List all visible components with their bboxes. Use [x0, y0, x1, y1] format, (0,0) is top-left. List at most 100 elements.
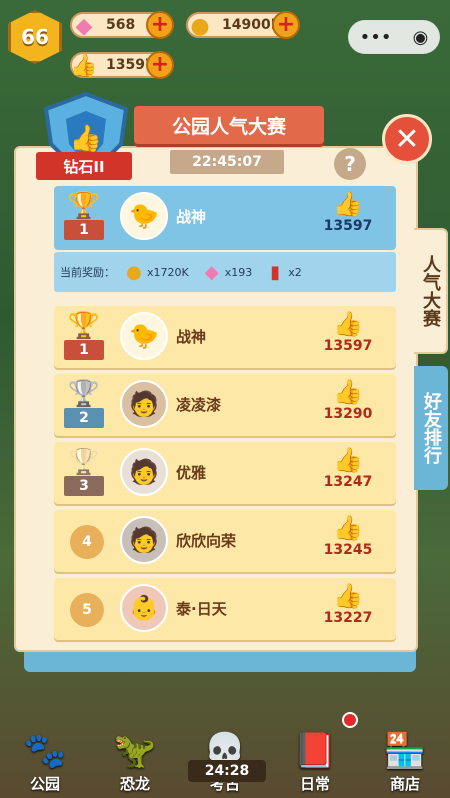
thumbs-up-icon: 👍 — [333, 582, 363, 610]
ranking-row-5[interactable]: 5 👶 泰·日天 👍 13227 — [54, 578, 396, 640]
nav-dinosaur[interactable]: 🦖 恐龙 — [95, 729, 175, 794]
gold-trophy-icon: 🏆 — [67, 311, 101, 341]
rank-number: 4 — [70, 525, 104, 559]
mini-program-capsule: ••• ◉ — [348, 20, 440, 54]
rank-number: 1 — [64, 220, 104, 240]
rank-trophy: 🏆 2 — [64, 380, 104, 428]
nav-dino-label: 恐龙 — [119, 775, 150, 793]
rank-trophy: 🏆 1 — [64, 312, 104, 360]
nav-shop-label: 商店 — [389, 775, 420, 793]
likes-value: 13245 — [323, 542, 373, 558]
reward-amount: x193 — [224, 265, 253, 279]
tab-friend-ranking[interactable]: 好友排行 — [414, 366, 448, 490]
thumbs-up-icon: 👍 — [333, 310, 363, 338]
add-gems-button[interactable]: + — [146, 11, 174, 39]
thumbs-up-icon: 👍 — [70, 53, 98, 79]
rank-number: 5 — [70, 593, 104, 627]
tab-popularity-contest[interactable]: 人气大赛 — [414, 228, 448, 354]
gems-counter[interactable]: ◆ 568 + — [70, 11, 174, 39]
bronze-trophy-icon: 🏆 — [67, 447, 101, 477]
player-name: 凌凌漆 — [176, 396, 222, 414]
add-likes-button[interactable]: + — [146, 51, 174, 79]
my-ranking-row[interactable]: 🏆 1 🐤 战神 👍 13597 — [54, 186, 396, 250]
avatar[interactable]: 🧑 — [120, 380, 168, 428]
bottom-nav: 🐾 公园 🦖 恐龙 💀 考古 📕 日常 🏪 商店 — [0, 712, 450, 798]
rank-trophy: 🏆 1 — [64, 192, 104, 240]
gems-value: 568 — [106, 17, 136, 33]
rank-number: 3 — [64, 476, 104, 496]
nav-park-label: 公园 — [29, 775, 60, 793]
reward-cards: ▮ x2 — [262, 259, 302, 285]
top-hud: 66 ◆ 568 + ● 14900K + 👍 13597 + ••• ◉ — [0, 0, 450, 90]
coins-counter[interactable]: ● 14900K + — [186, 11, 300, 39]
card-icon: ▮ — [270, 261, 281, 283]
ranking-row-2[interactable]: 🏆 2 🧑 凌凌漆 👍 13290 — [54, 374, 396, 436]
avatar[interactable]: 🧑 — [120, 448, 168, 496]
rank-tier-label: 钻石II — [36, 152, 132, 180]
thumbs-up-icon: 👍 — [333, 446, 363, 474]
likes-count: 👍 13597 — [318, 190, 378, 234]
svg-text:👍: 👍 — [70, 123, 102, 154]
rank-trophy: 🏆 3 — [64, 448, 104, 496]
avatar[interactable]: 🧑 — [120, 516, 168, 564]
likes-count: 👍 13290 — [318, 378, 378, 422]
level-badge[interactable]: 66 — [8, 10, 62, 64]
thumbs-up-icon: 👍 — [333, 514, 363, 542]
avatar[interactable]: 👶 — [120, 584, 168, 632]
likes-value: 13227 — [323, 610, 373, 626]
ranking-row-1[interactable]: 🏆 1 🐤 战神 👍 13597 — [54, 306, 396, 368]
likes-value: 13597 — [323, 218, 373, 234]
event-title: 公园人气大赛 — [134, 106, 324, 144]
add-coins-button[interactable]: + — [272, 11, 300, 39]
likes-count: 👍 13247 — [318, 446, 378, 490]
current-rewards: 当前奖励： ● x1720K ◆ x193 ▮ x2 — [54, 252, 396, 292]
book-icon: 📕 — [293, 731, 337, 771]
likes-value: 13597 — [323, 338, 373, 354]
reward-coins: ● x1720K — [121, 259, 189, 285]
player-name: 优雅 — [176, 464, 207, 482]
player-name: 泰·日天 — [176, 600, 227, 618]
nav-park[interactable]: 🐾 公园 — [5, 729, 85, 794]
likes-value: 13247 — [323, 474, 373, 490]
nav-daily[interactable]: 📕 日常 — [275, 729, 355, 794]
avatar[interactable]: 🐤 — [120, 312, 168, 360]
paw-icon: 🐾 — [23, 731, 67, 771]
close-button[interactable]: ✕ — [382, 114, 432, 164]
reward-amount: x1720K — [147, 265, 189, 279]
gem-icon: ◆ — [75, 13, 93, 39]
coin-icon: ● — [190, 13, 210, 39]
tab-friends-label: 好友排行 — [421, 392, 442, 464]
likes-counter[interactable]: 👍 13597 + — [70, 51, 174, 79]
nav-shop[interactable]: 🏪 商店 — [365, 729, 445, 794]
likes-count: 👍 13227 — [318, 582, 378, 626]
player-name: 战神 — [176, 208, 207, 226]
gem-icon: ◆ — [204, 261, 219, 283]
tab-popularity-label: 人气大赛 — [420, 255, 441, 327]
likes-count: 👍 13245 — [318, 514, 378, 558]
coin-icon: ● — [126, 261, 142, 283]
archaeology-timer: 24:28 — [188, 760, 266, 782]
ranking-row-4[interactable]: 4 🧑 欣欣向荣 👍 13245 — [54, 510, 396, 572]
thumbs-up-icon: 👍 — [333, 378, 363, 406]
countdown-timer: 22:45:07 — [170, 150, 284, 174]
reward-gems: ◆ x193 — [199, 259, 253, 285]
nav-daily-label: 日常 — [299, 775, 330, 793]
thumbs-up-icon: 👍 — [333, 190, 363, 218]
reward-amount: x2 — [288, 265, 302, 279]
notification-dot — [342, 712, 358, 728]
silver-trophy-icon: 🏆 — [67, 379, 101, 409]
rank-number: 1 — [64, 340, 104, 360]
likes-count: 👍 13597 — [318, 310, 378, 354]
dinosaur-icon: 🦖 — [113, 731, 157, 771]
likes-value: 13290 — [323, 406, 373, 422]
ranking-row-3[interactable]: 🏆 3 🧑 优雅 👍 13247 — [54, 442, 396, 504]
rank-number: 2 — [64, 408, 104, 428]
avatar[interactable]: 🐤 — [120, 192, 168, 240]
shop-icon: 🏪 — [383, 731, 427, 771]
player-name: 欣欣向荣 — [176, 532, 237, 550]
close-app-icon[interactable]: ◉ — [413, 27, 429, 48]
more-menu-icon[interactable]: ••• — [360, 27, 392, 48]
reward-label: 当前奖励： — [60, 266, 115, 279]
player-name: 战神 — [176, 328, 207, 346]
help-button[interactable]: ? — [334, 148, 366, 180]
